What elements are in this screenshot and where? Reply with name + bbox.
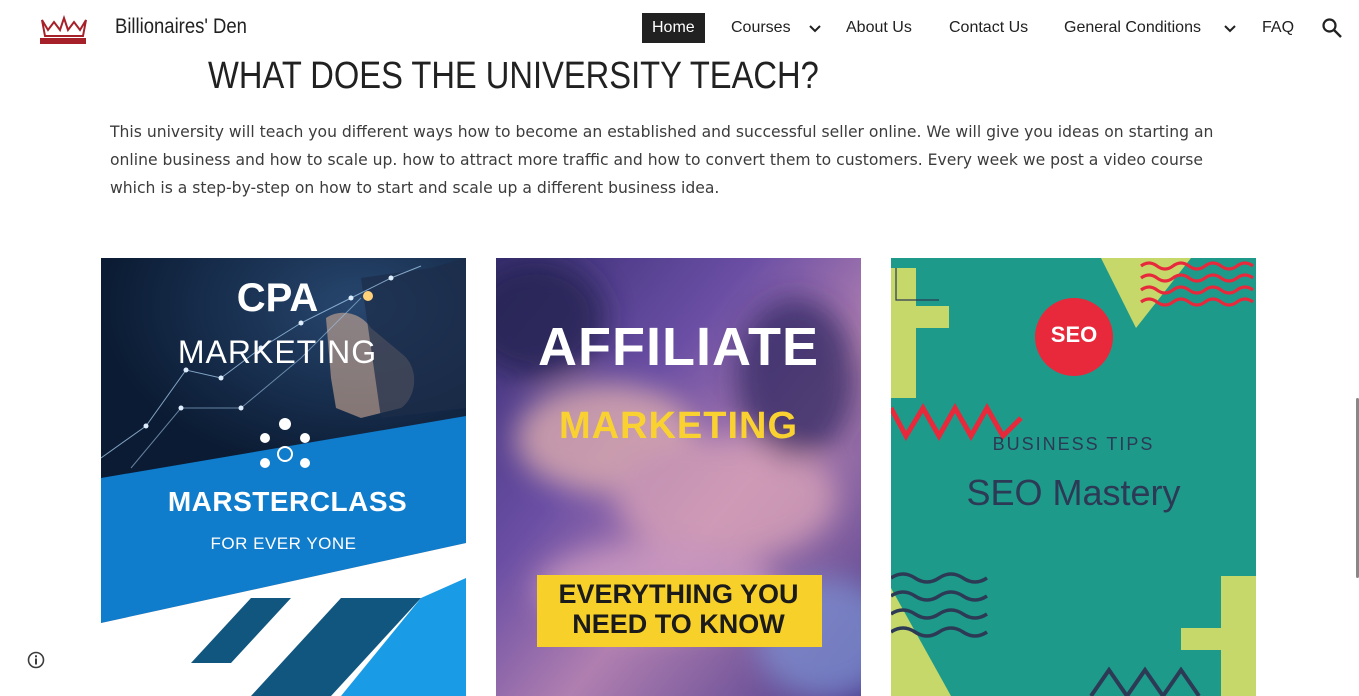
paragraph-line: online business and how to scale up. how… xyxy=(110,151,1203,169)
info-icon[interactable] xyxy=(27,651,45,669)
nav-courses[interactable]: Courses xyxy=(731,13,791,43)
card-subtitle: MARKETING xyxy=(558,405,799,447)
card-line: FOR EVER YONE xyxy=(210,534,357,553)
banner-line: NEED TO KNOW xyxy=(572,609,785,639)
chevron-down-icon[interactable] xyxy=(1223,22,1237,36)
card-title: CPA xyxy=(236,276,319,320)
affiliate-course-card[interactable]: AFFILIATE MARKETING EVERYTHING YOU NEED … xyxy=(496,258,861,696)
page-heading: WHAT DOES THE UNIVERSITY TEACH? xyxy=(208,55,819,97)
cpa-card-art xyxy=(101,258,466,696)
chevron-down-icon[interactable] xyxy=(808,22,822,36)
nav-general-conditions[interactable]: General Conditions xyxy=(1064,13,1201,43)
card-tag: BUSINESS TIPS xyxy=(992,434,1155,454)
card-line: MARSTERCLASS xyxy=(167,486,408,517)
site-title[interactable]: Billionaires' Den xyxy=(115,15,247,39)
card-subtitle: MARKETING xyxy=(177,334,378,370)
nav-contact[interactable]: Contact Us xyxy=(949,13,1028,43)
logo-icon[interactable] xyxy=(34,14,92,46)
card-title: AFFILIATE xyxy=(538,317,819,377)
intro-paragraph: This university will teach you different… xyxy=(110,118,1260,202)
nav-about[interactable]: About Us xyxy=(846,13,912,43)
seo-course-card[interactable]: SEO BUSINESS TIPS SEO Mastery xyxy=(891,258,1256,696)
search-icon[interactable] xyxy=(1321,17,1343,39)
site-header: Billionaires' Den Home Courses About Us … xyxy=(0,0,1359,56)
cpa-course-card[interactable]: CPA MARKETING MARSTERCLASS FOR EVER YONE xyxy=(101,258,466,696)
seo-badge-text: SEO xyxy=(1050,322,1098,347)
card-title: SEO Mastery xyxy=(966,472,1181,513)
paragraph-line: which is a step-by-step on how to start … xyxy=(110,179,720,197)
nav-home[interactable]: Home xyxy=(642,13,705,43)
paragraph-line: This university will teach you different… xyxy=(110,123,1214,141)
banner-line: EVERYTHING YOU xyxy=(558,579,799,609)
nav-faq[interactable]: FAQ xyxy=(1262,13,1294,43)
